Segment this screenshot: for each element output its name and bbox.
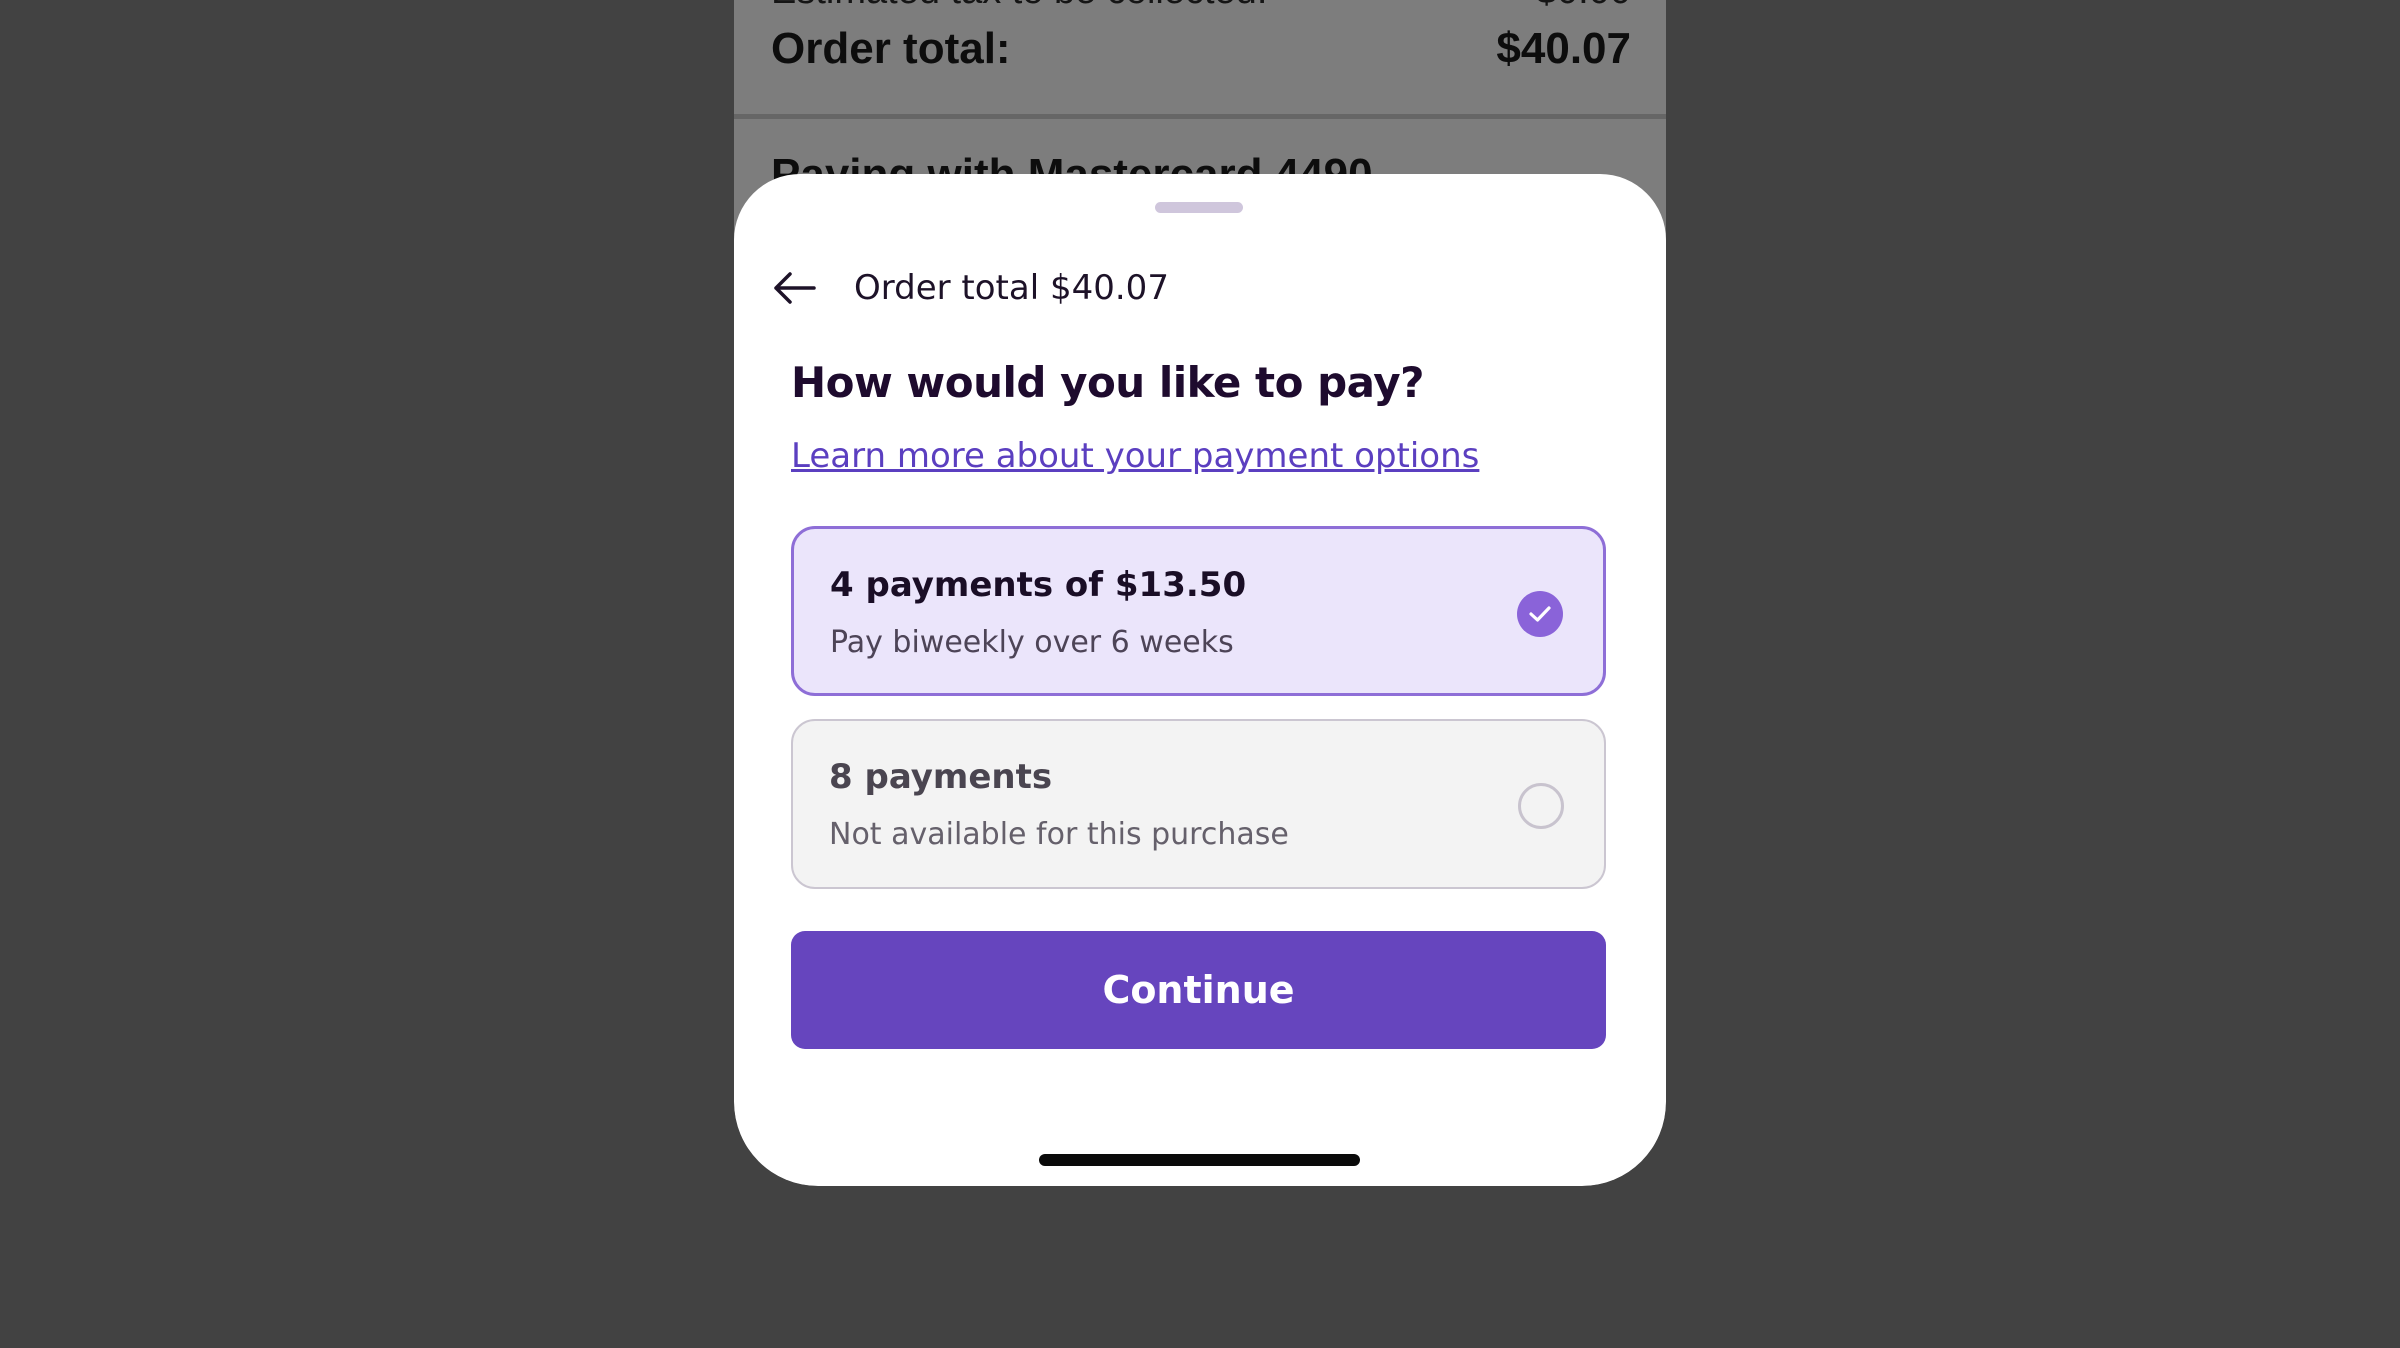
option-title: 8 payments [829, 757, 1053, 797]
option-title: 4 payments of $13.50 [830, 565, 1247, 605]
background-order-total-value: $40.07 [1496, 24, 1631, 73]
arrow-left-icon [774, 272, 816, 304]
learn-more-link[interactable]: Learn more about your payment options [791, 436, 1479, 476]
background-tax-row: Estimated tax to be collected: $0.00 [771, 0, 1631, 13]
back-button[interactable] [764, 258, 824, 318]
continue-button[interactable]: Continue [791, 931, 1606, 1049]
home-indicator [1039, 1154, 1360, 1166]
radio-unselected [1518, 783, 1564, 829]
payment-option-4-payments[interactable]: 4 payments of $13.50 Pay biweekly over 6… [791, 526, 1606, 696]
option-subtitle: Not available for this purchase [829, 817, 1289, 852]
option-subtitle: Pay biweekly over 6 weeks [830, 625, 1234, 660]
page-heading: How would you like to pay? [791, 358, 1424, 407]
background-tax-value: $0.00 [1536, 0, 1631, 13]
order-total-title: Order total $40.07 [854, 268, 1169, 308]
phone-screen: Estimated tax to be collected: $0.00 Ord… [734, 0, 1666, 1186]
sheet-grabber[interactable] [1155, 202, 1243, 213]
background-order-total-row: Order total: $40.07 [771, 24, 1631, 74]
background-divider [734, 114, 1666, 119]
radio-selected[interactable] [1517, 591, 1563, 637]
payment-option-8-payments: 8 payments Not available for this purcha… [791, 719, 1606, 889]
background-order-total-label: Order total: [771, 24, 1011, 73]
background-tax-label: Estimated tax to be collected: [771, 0, 1267, 13]
payment-options-sheet: Order total $40.07 How would you like to… [734, 174, 1666, 1186]
checkmark-icon [1529, 606, 1551, 622]
